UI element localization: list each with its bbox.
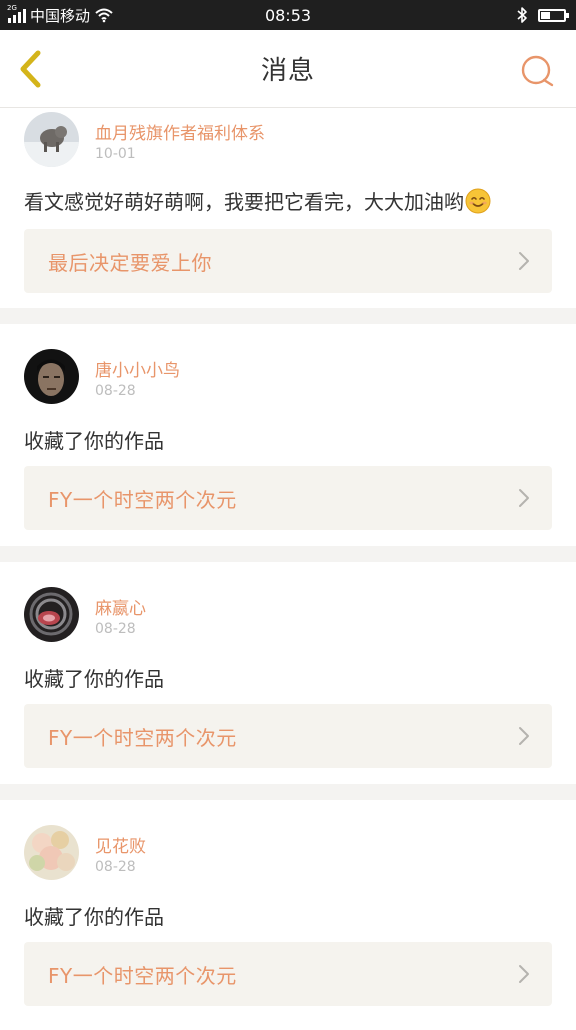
avatar[interactable]	[24, 349, 79, 404]
avatar[interactable]	[24, 112, 79, 167]
work-title: 最后决定要爱上你	[48, 250, 212, 275]
chevron-right-icon	[519, 489, 529, 507]
work-link[interactable]: 最后决定要爱上你	[24, 229, 552, 293]
work-title: FY一个时空两个次元	[48, 487, 237, 512]
work-title: FY一个时空两个次元	[48, 725, 237, 750]
work-link[interactable]: FY一个时空两个次元	[24, 466, 552, 530]
work-link[interactable]: FY一个时空两个次元	[24, 704, 552, 768]
message-text: 收藏了你的作品	[24, 667, 164, 691]
message-card: 麻嬴心 08-28 收藏了你的作品 FY一个时空两个次元	[0, 562, 576, 784]
message-text: 看文感觉好萌好萌啊，我要把它看完，大大加油哟	[24, 186, 491, 215]
avatar[interactable]	[24, 825, 79, 880]
avatar[interactable]	[24, 587, 79, 642]
status-bar: 2G 中国移动 08:53	[0, 0, 576, 30]
username[interactable]: 麻嬴心	[95, 594, 146, 619]
status-right	[516, 0, 569, 30]
battery-level	[541, 11, 550, 19]
chevron-right-icon	[519, 727, 529, 745]
battery-icon	[538, 8, 569, 22]
message-date: 08-28	[95, 383, 136, 399]
search-icon[interactable]	[520, 54, 556, 90]
username[interactable]: 血月残旗作者福利体系	[95, 119, 265, 144]
message-text: 收藏了你的作品	[24, 429, 164, 453]
chevron-right-icon	[519, 252, 529, 270]
message-date: 08-28	[95, 621, 136, 637]
message-date: 10-01	[95, 146, 136, 162]
header: 消息	[0, 30, 576, 108]
message-card: 血月残旗作者福利体系 10-01 看文感觉好萌好萌啊，我要把它看完，大大加油哟 …	[0, 108, 576, 308]
username[interactable]: 唐小小小鸟	[95, 356, 180, 381]
status-time: 08:53	[264, 5, 312, 25]
bluetooth-icon	[517, 7, 527, 23]
page-title: 消息	[260, 56, 315, 86]
message-card: 见花败 08-28 收藏了你的作品 FY一个时空两个次元	[0, 800, 576, 1030]
username[interactable]: 见花败	[95, 832, 146, 857]
message-text: 收藏了你的作品	[24, 905, 164, 929]
message-date: 08-28	[95, 859, 136, 875]
message-card: 唐小小小鸟 08-28 收藏了你的作品 FY一个时空两个次元	[0, 324, 576, 546]
message-text-content: 看文感觉好萌好萌啊，我要把它看完，大大加油哟	[24, 190, 464, 214]
smiling-face-icon	[465, 188, 491, 214]
chevron-right-icon	[519, 965, 529, 983]
work-title: FY一个时空两个次元	[48, 963, 237, 988]
work-link[interactable]: FY一个时空两个次元	[24, 942, 552, 1006]
